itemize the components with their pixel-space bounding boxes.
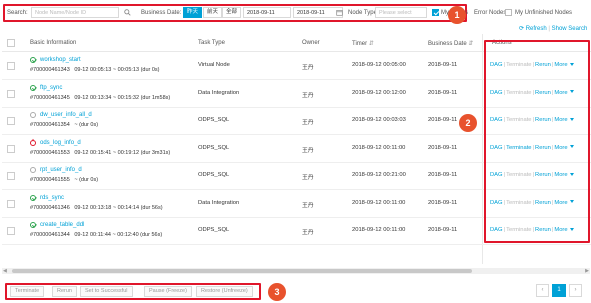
node-type-select[interactable]: Please select [375, 7, 427, 18]
task-type-cell: ODPS_SQL [198, 172, 230, 178]
row-checkbox[interactable] [7, 144, 15, 153]
callout-badge-2: 2 [459, 114, 477, 132]
task-type-cell: ODPS_SQL [198, 144, 230, 151]
bulk-pause-button[interactable]: Pause (Freeze) [144, 286, 192, 297]
node-id-and-duration: #700000461345 09-12 00:13:34 ~ 00:15:32 … [30, 94, 171, 101]
bulk-terminate-button[interactable]: Terminate [10, 286, 45, 297]
actions-column-highlight [484, 40, 590, 243]
header-timer[interactable]: Timer ⇵ [352, 40, 374, 47]
date-chip-day-before[interactable]: 前天 [203, 7, 223, 18]
horizontal-scrollbar[interactable]: ◀ ▶ [2, 268, 590, 274]
timer-cell: 2018-09-12 00:03:03 [352, 117, 406, 123]
owner-cell: 王丹 [302, 202, 314, 209]
search-input[interactable]: Node Name/Node ID [31, 7, 119, 18]
header-basic-info: Basic Information [30, 40, 77, 46]
header-task-type: Task Type [198, 40, 225, 46]
show-search-link[interactable]: Show Search [552, 26, 588, 32]
callout-badge-3: 3 [268, 283, 286, 301]
node-name-link[interactable]: ods_log_info_d [40, 140, 81, 146]
task-type-cell: Virtual Node [198, 62, 230, 68]
status-success-icon [30, 222, 36, 228]
business-date-cell: 2018-09-11 [428, 227, 458, 233]
owner-cell: 王丹 [302, 65, 314, 71]
bulk-set-successful-button[interactable]: Set to Successful [80, 286, 133, 297]
owner-cell: 王丹 [302, 92, 314, 99]
business-date-cell: 2018-09-11 [428, 62, 458, 68]
unfinished-checkbox[interactable] [505, 9, 512, 16]
select-all-checkbox[interactable] [7, 39, 15, 47]
row-checkbox[interactable] [7, 199, 15, 208]
status-failed-icon [30, 138, 36, 146]
node-id-and-duration: #700000461555 ~ (dur 0s) [30, 177, 99, 183]
node-name-link[interactable]: rds_sync [40, 195, 64, 201]
status-pending-icon [30, 112, 36, 118]
row-checkbox[interactable] [7, 89, 15, 98]
node-name-link[interactable]: dw_user_info_all_d [40, 112, 92, 118]
node-id-and-duration: #700000461343 09-12 00:05:13 ~ 00:05:13 … [30, 67, 160, 73]
date-from-input[interactable]: 2018-09-11 [243, 7, 291, 18]
bulk-rerun-button[interactable]: Rerun [52, 286, 77, 297]
prev-page-button[interactable]: ‹ [536, 284, 549, 297]
header-owner: Owner [302, 40, 320, 46]
business-date-cell: 2018-09-11 [428, 144, 458, 151]
row-checkbox[interactable] [7, 62, 15, 70]
timer-cell: 2018-09-12 00:11:00 [352, 227, 406, 233]
timer-cell: 2018-09-12 00:21:00 [352, 172, 406, 178]
node-id-and-duration: #700000461344 09-12 00:11:44 ~ 00:12:40 … [30, 232, 163, 238]
row-checkbox[interactable] [7, 227, 15, 235]
timer-cell: 2018-09-12 00:11:00 [352, 144, 406, 151]
node-name-link[interactable]: rpt_user_info_d [40, 167, 82, 173]
business-date-cell: 2018-09-11 [428, 89, 458, 96]
scroll-left-arrow[interactable]: ◀ [3, 268, 7, 274]
refresh-icon: ⟳ [519, 26, 525, 32]
node-name-link[interactable]: create_table_ddl [40, 222, 84, 228]
task-type-cell: ODPS_SQL [198, 117, 230, 123]
refresh-label: Refresh [525, 26, 547, 32]
node-name-link[interactable]: workshop_start [40, 57, 81, 63]
owner-cell: 王丹 [302, 120, 314, 126]
search-label: Search: [7, 10, 28, 16]
status-pending-icon [30, 167, 36, 173]
owner-cell: 王丹 [302, 230, 314, 236]
status-success-icon [30, 84, 36, 91]
task-type-cell: Data Integration [198, 89, 240, 96]
callout-badge-1: 1 [448, 6, 466, 24]
search-icon[interactable] [124, 9, 131, 18]
my-nodes-checkbox[interactable] [432, 9, 439, 16]
task-type-cell: ODPS_SQL [198, 227, 230, 233]
date-chip-all[interactable]: 全部 [222, 7, 242, 18]
business-date-cell: 2018-09-11 [428, 172, 458, 178]
status-success-icon [30, 57, 36, 63]
task-type-cell: Data Integration [198, 199, 240, 206]
node-name-link[interactable]: ftp_sync [40, 85, 62, 91]
next-page-button[interactable]: › [569, 284, 582, 297]
page-1-button[interactable]: 1 [552, 284, 566, 297]
timer-cell: 2018-09-12 00:05:00 [352, 62, 406, 68]
calendar-icon[interactable] [336, 9, 343, 18]
header-business-date[interactable]: Business Date ⇵ [428, 40, 473, 47]
business-date-cell: 2018-09-11 [428, 117, 458, 123]
date-chip-yesterday[interactable]: 昨天 [183, 7, 203, 18]
business-date-label: Business Date: [141, 10, 182, 16]
sort-icon: ⇵ [368, 41, 374, 47]
row-checkbox[interactable] [7, 117, 15, 125]
bulk-restore-button[interactable]: Restore (Unfreeze) [196, 286, 253, 297]
owner-cell: 王丹 [302, 147, 314, 154]
status-success-icon [30, 194, 36, 201]
scrollbar-thumb[interactable] [12, 269, 472, 273]
node-id-and-duration: #700000461553 09-12 00:15:41 ~ 00:19:12 … [30, 149, 171, 156]
row-checkbox[interactable] [7, 172, 15, 180]
unfinished-label: My Unfinished Nodes [515, 10, 573, 16]
scroll-right-arrow[interactable]: ▶ [585, 268, 589, 274]
error-nodes-label[interactable]: Error Nodes [474, 10, 506, 16]
sort-icon: ⇵ [468, 41, 474, 47]
timer-cell: 2018-09-12 00:11:00 [352, 199, 406, 206]
refresh-link[interactable]: ⟳ Refresh | Show Search [519, 25, 587, 32]
node-type-label: Node Type: [348, 10, 379, 16]
node-id-and-duration: #700000461354 ~ (dur 0s) [30, 122, 99, 128]
owner-cell: 王丹 [302, 175, 314, 181]
business-date-cell: 2018-09-11 [428, 199, 458, 206]
node-id-and-duration: #700000461346 09-12 00:13:18 ~ 00:14:14 … [30, 204, 163, 211]
timer-cell: 2018-09-12 00:12:00 [352, 89, 406, 96]
